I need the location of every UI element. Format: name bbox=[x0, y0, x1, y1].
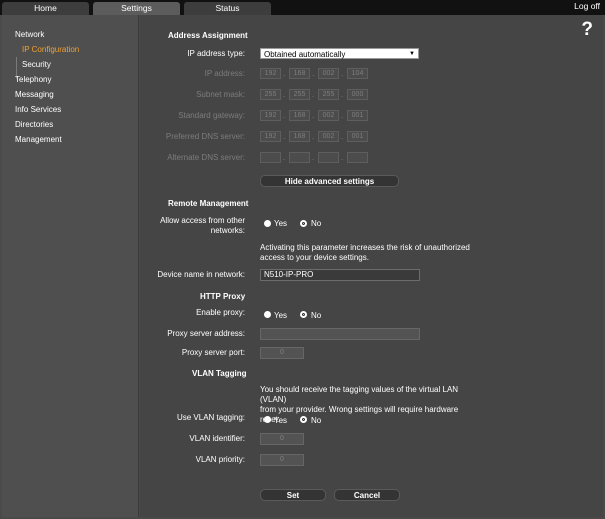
allow-access-label-line2: networks: bbox=[210, 226, 245, 235]
vlan-note-line2: from your provider. Wrong settings will … bbox=[260, 405, 459, 424]
remote-warning-line1: Activating this parameter increases the … bbox=[260, 243, 470, 252]
ip-address-label: IP address: bbox=[204, 69, 245, 78]
ip-octet-2: 168 bbox=[289, 68, 310, 79]
sidebar-item-ip-configuration[interactable]: IP Configuration bbox=[22, 45, 79, 54]
subnet-octet-3: 255 bbox=[318, 89, 339, 100]
sidebar-item-network[interactable]: Network bbox=[15, 30, 44, 39]
vlan-info-note: You should receive the tagging values of… bbox=[260, 385, 480, 425]
gateway-label: Standard gateway: bbox=[178, 111, 245, 120]
remote-access-warning: Activating this parameter increases the … bbox=[260, 243, 480, 263]
help-icon[interactable]: ? bbox=[581, 19, 593, 41]
alternate-dns-label: Alternate DNS server: bbox=[167, 153, 245, 162]
vlan-identifier-input[interactable]: 0 bbox=[260, 433, 304, 445]
gateway-octet-4: 001 bbox=[347, 110, 368, 121]
enable-proxy-yes-radio[interactable] bbox=[264, 311, 271, 318]
vlan-note-line1: You should receive the tagging values of… bbox=[260, 385, 459, 404]
use-vlan-yes-label: Yes bbox=[274, 416, 288, 425]
ip-type-value: Obtained automatically bbox=[264, 50, 346, 59]
set-button[interactable]: Set bbox=[260, 489, 326, 501]
allow-access-yes-label: Yes bbox=[274, 219, 288, 228]
enable-proxy-label: Enable proxy: bbox=[196, 308, 245, 317]
preferred-dns-label: Preferred DNS server: bbox=[165, 132, 245, 141]
device-name-input[interactable]: N510-IP-PRO bbox=[260, 269, 420, 281]
proxy-server-port-input[interactable]: 0 bbox=[260, 347, 304, 359]
alt-dns-octet-2 bbox=[289, 152, 310, 163]
use-vlan-yes-radio[interactable] bbox=[264, 416, 271, 423]
enable-proxy-no-label: No bbox=[311, 311, 322, 320]
allow-access-no-radio[interactable] bbox=[300, 220, 307, 227]
use-vlan-no-label: No bbox=[311, 416, 322, 425]
ip-octet-1: 192 bbox=[260, 68, 281, 79]
enable-proxy-no-radio[interactable] bbox=[300, 311, 307, 318]
remote-warning-line2: access to your device settings. bbox=[260, 253, 369, 262]
tab-status[interactable]: Status bbox=[184, 2, 271, 15]
sidebar-item-directories[interactable]: Directories bbox=[15, 120, 53, 129]
ip-type-label: IP address type: bbox=[187, 49, 245, 58]
subnet-mask-label: Subnet mask: bbox=[196, 90, 245, 99]
logoff-link[interactable]: Log off bbox=[574, 1, 600, 11]
gateway-octet-1: 192 bbox=[260, 110, 281, 121]
section-title-http-proxy: HTTP Proxy bbox=[200, 292, 246, 301]
allow-access-label-line1: Allow access from other bbox=[160, 216, 245, 225]
pref-dns-octet-4: 001 bbox=[347, 131, 368, 142]
subnet-octet-1: 255 bbox=[260, 89, 281, 100]
top-navigation-bar: Home Settings Status Log off bbox=[0, 0, 605, 15]
ip-octet-3: 002 bbox=[318, 68, 339, 79]
gateway-octet-2: 168 bbox=[289, 110, 310, 121]
section-title-address-assignment: Address Assignment bbox=[168, 31, 248, 40]
vlan-priority-label: VLAN priority: bbox=[195, 455, 245, 464]
ip-type-select[interactable]: Obtained automatically ▼ bbox=[260, 48, 419, 59]
subnet-octet-2: 255 bbox=[289, 89, 310, 100]
pref-dns-octet-2: 168 bbox=[289, 131, 310, 142]
ip-octet-4: 104 bbox=[347, 68, 368, 79]
alt-dns-octet-4 bbox=[347, 152, 368, 163]
gateway-octet-3: 002 bbox=[318, 110, 339, 121]
hide-advanced-settings-button[interactable]: Hide advanced settings bbox=[260, 175, 399, 187]
pref-dns-octet-3: 002 bbox=[318, 131, 339, 142]
allow-access-no-label: No bbox=[311, 219, 322, 228]
sidebar-item-security[interactable]: Security bbox=[22, 60, 51, 69]
cancel-button[interactable]: Cancel bbox=[334, 489, 400, 501]
tab-home[interactable]: Home bbox=[2, 2, 89, 15]
proxy-server-port-label: Proxy server port: bbox=[181, 348, 245, 357]
sidebar-item-management[interactable]: Management bbox=[15, 135, 62, 144]
subnet-octet-4: 000 bbox=[347, 89, 368, 100]
proxy-server-address-label: Proxy server address: bbox=[167, 329, 245, 338]
vlan-identifier-label: VLAN identifier: bbox=[189, 434, 245, 443]
use-vlan-label: Use VLAN tagging: bbox=[176, 413, 245, 422]
sidebar-item-telephony[interactable]: Telephony bbox=[15, 75, 51, 84]
sidebar-item-messaging[interactable]: Messaging bbox=[15, 90, 54, 99]
use-vlan-no-radio[interactable] bbox=[300, 416, 307, 423]
enable-proxy-yes-label: Yes bbox=[274, 311, 288, 320]
sidebar: Network IP Configuration Security Teleph… bbox=[2, 15, 139, 517]
tab-settings[interactable]: Settings bbox=[93, 2, 180, 15]
dropdown-arrow-icon: ▼ bbox=[409, 51, 415, 57]
pref-dns-octet-1: 192 bbox=[260, 131, 281, 142]
vlan-priority-input[interactable]: 0 bbox=[260, 454, 304, 466]
section-title-remote-management: Remote Management bbox=[168, 199, 249, 208]
sidebar-item-info-services[interactable]: Info Services bbox=[15, 105, 61, 114]
alt-dns-octet-3 bbox=[318, 152, 339, 163]
alt-dns-octet-1 bbox=[260, 152, 281, 163]
main-content: ? Address Assignment IP address type: Ob… bbox=[140, 15, 603, 517]
proxy-server-address-input[interactable] bbox=[260, 328, 420, 340]
allow-access-yes-radio[interactable] bbox=[264, 220, 271, 227]
section-title-vlan-tagging: VLAN Tagging bbox=[192, 369, 247, 378]
device-name-label: Device name in network: bbox=[157, 270, 245, 279]
